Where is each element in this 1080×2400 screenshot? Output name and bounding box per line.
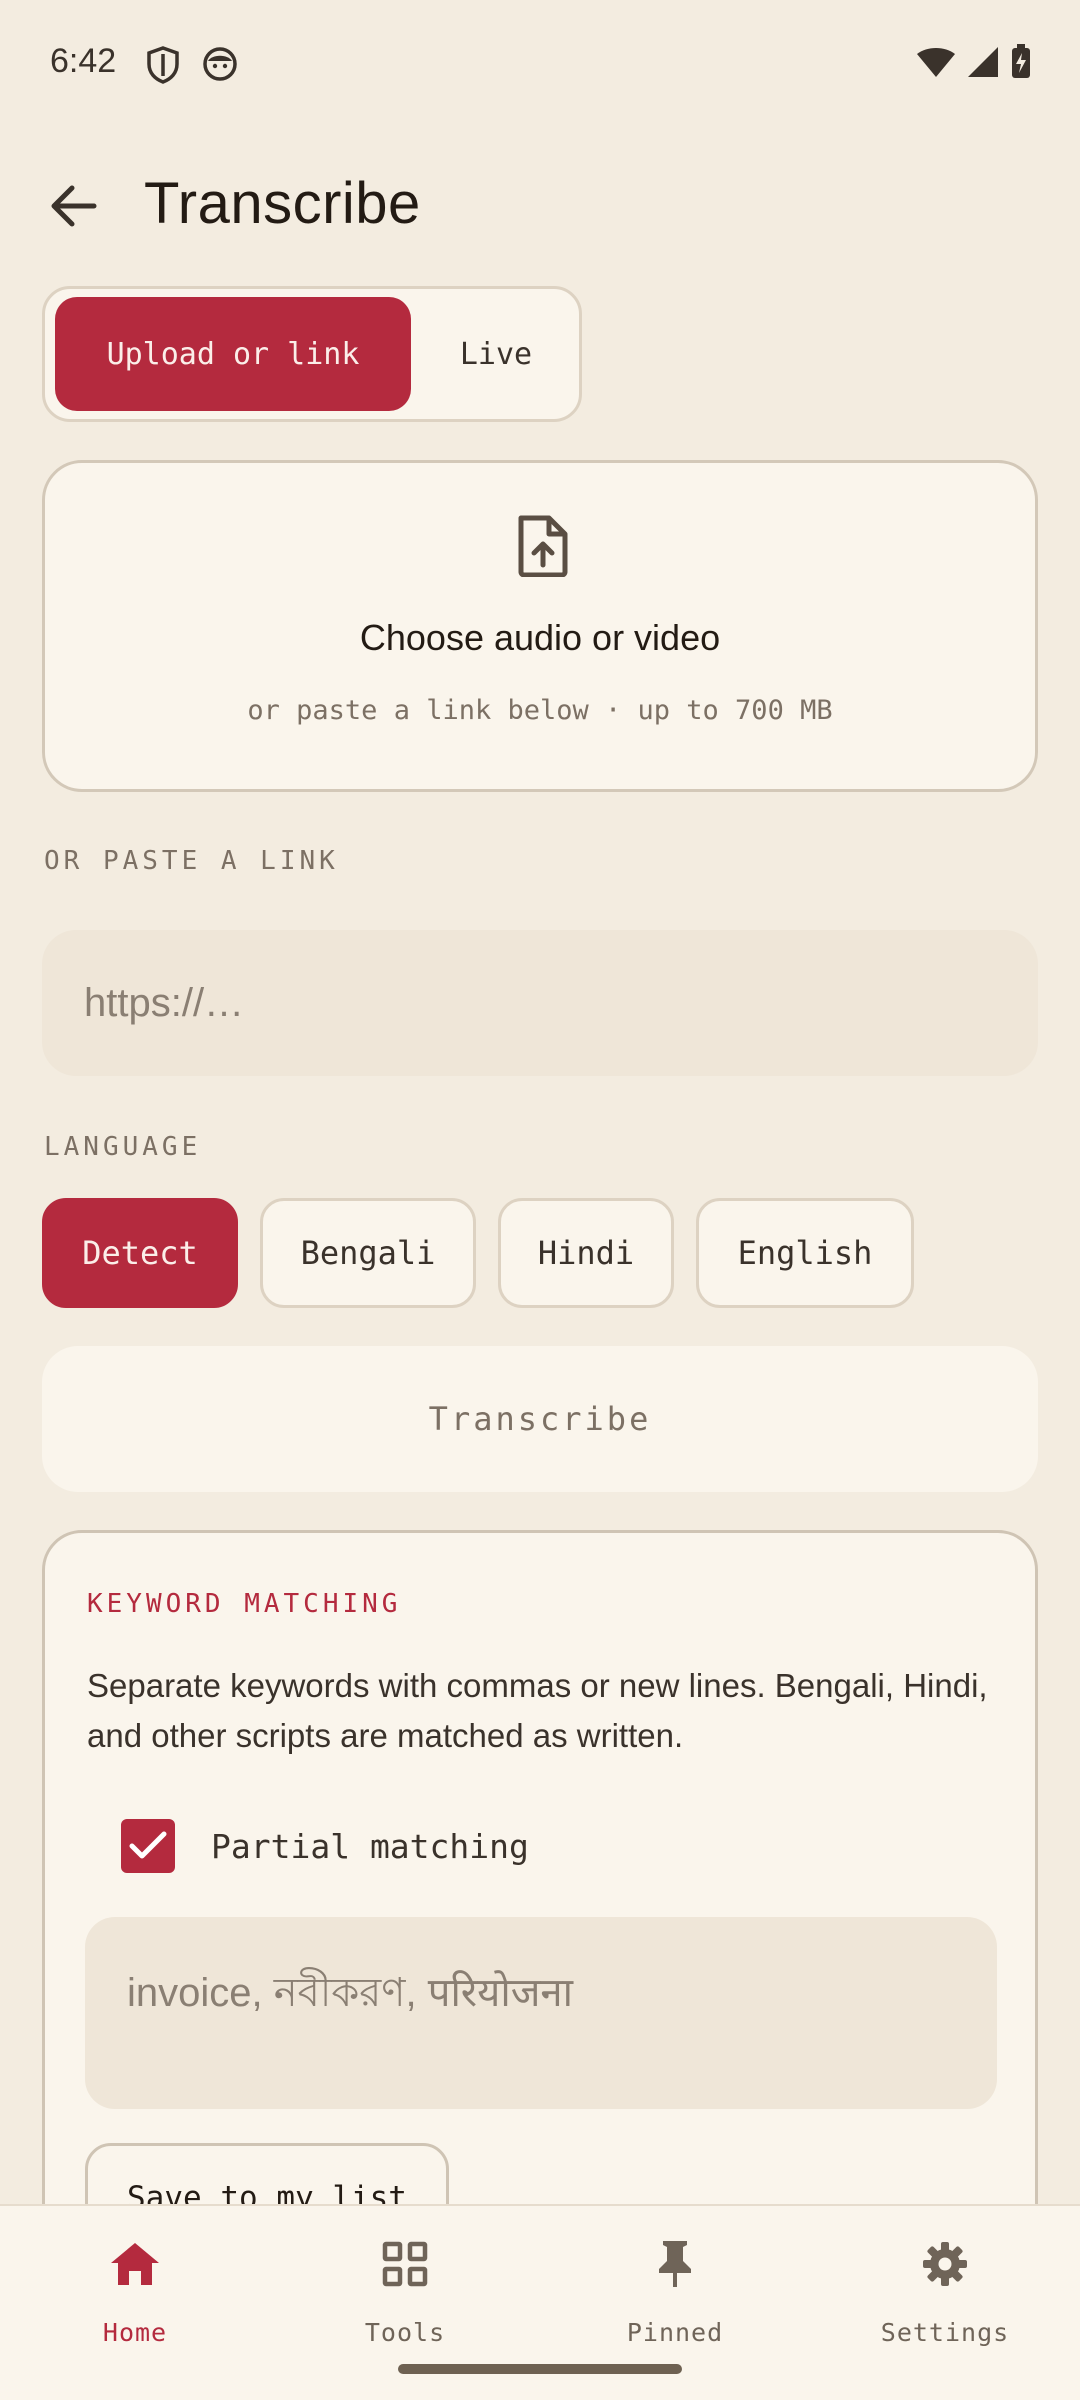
back-arrow-icon xyxy=(51,185,97,227)
upload-dropzone[interactable]: Choose audio or video or paste a link be… xyxy=(42,460,1038,792)
keyword-matching-description: Separate keywords with commas or new lin… xyxy=(87,1667,988,1754)
signal-icon xyxy=(966,45,1000,84)
mode-toggle: Upload or link Live xyxy=(42,286,582,422)
partial-matching-checkbox[interactable] xyxy=(121,1819,175,1873)
language-chip-detect[interactable]: Detect xyxy=(42,1198,238,1308)
nav-item-home[interactable]: Home xyxy=(0,2206,270,2400)
keywords-input[interactable]: invoice, নবীকরণ, परियोजना xyxy=(85,1917,997,2109)
status-bar: 6:42 xyxy=(0,0,1080,130)
nav-label-tools: Tools xyxy=(364,2318,446,2347)
nav-label-home: Home xyxy=(102,2318,168,2347)
home-indicator[interactable] xyxy=(398,2364,682,2374)
nav-label-settings: Settings xyxy=(880,2318,1010,2347)
upload-title: Choose audio or video xyxy=(359,617,721,658)
language-chip-bengali[interactable]: Bengali xyxy=(260,1198,476,1308)
status-time: 6:42 xyxy=(50,42,117,80)
link-input[interactable] xyxy=(42,930,1038,1076)
transcribe-button[interactable]: Transcribe xyxy=(42,1346,1038,1492)
page-title: Transcribe xyxy=(144,171,421,236)
gear-icon xyxy=(917,2236,973,2292)
keyword-matching-title: KEYWORD MATCHING xyxy=(87,1589,402,1619)
tab-live[interactable]: Live xyxy=(423,297,569,411)
language-section-label: LANGUAGE xyxy=(44,1132,202,1162)
partial-matching-row[interactable]: Partial matching xyxy=(121,1819,529,1873)
back-button[interactable] xyxy=(44,176,104,236)
face-icon xyxy=(202,46,238,89)
nav-label-pinned: Pinned xyxy=(626,2318,724,2347)
home-icon xyxy=(107,2236,163,2292)
language-chip-hindi[interactable]: Hindi xyxy=(498,1198,674,1308)
pin-icon xyxy=(647,2236,703,2292)
battery-charging-icon xyxy=(1010,44,1032,85)
upload-subtitle: or paste a link below · up to 700 MB xyxy=(247,695,833,726)
tab-upload-or-link[interactable]: Upload or link xyxy=(55,297,411,411)
language-chip-english[interactable]: English xyxy=(696,1198,914,1308)
partial-matching-label: Partial matching xyxy=(211,1826,529,1866)
shield-icon xyxy=(146,46,180,89)
checkmark-icon xyxy=(129,1831,167,1859)
wifi-icon xyxy=(916,46,956,83)
file-upload-icon xyxy=(513,515,571,578)
nav-item-settings[interactable]: Settings xyxy=(810,2206,1080,2400)
grid-icon xyxy=(377,2236,433,2292)
link-section-label: OR PASTE A LINK xyxy=(44,846,339,876)
language-chips: Detect Bengali Hindi English xyxy=(42,1198,914,1308)
